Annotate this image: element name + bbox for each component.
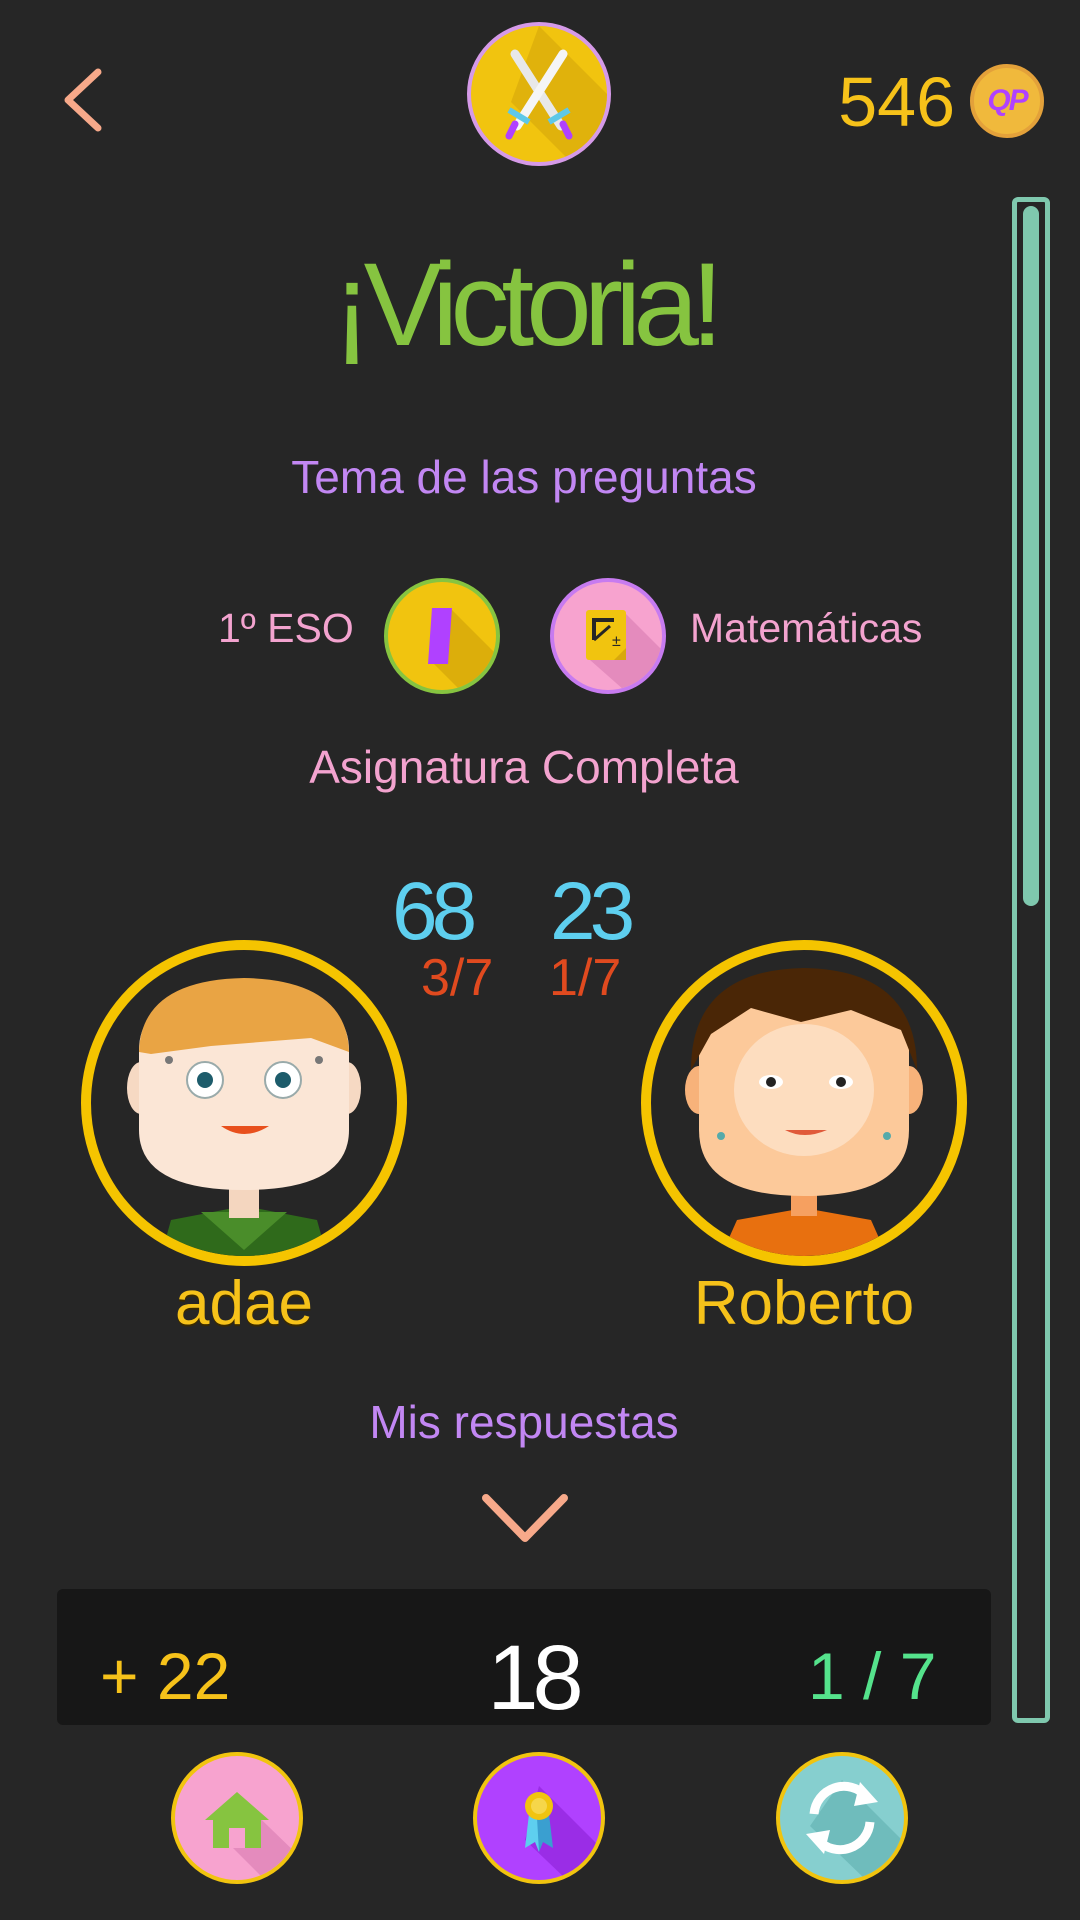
home-icon xyxy=(205,1792,299,1880)
player-score: 68 xyxy=(392,866,477,957)
opponent-correct-fraction: 1/7 xyxy=(549,949,622,1007)
topic-heading: Tema de las preguntas xyxy=(291,451,757,503)
math-notebook-icon: ± xyxy=(550,578,666,694)
answer-fraction: 1 / 7 xyxy=(808,1639,937,1713)
subject-label: Matemáticas xyxy=(690,605,923,651)
home-button[interactable] xyxy=(171,1752,303,1884)
qp-coin-label: QP xyxy=(987,84,1028,117)
opponent-name: Roberto xyxy=(693,1269,915,1338)
scope-label: Asignatura Completa xyxy=(309,741,739,793)
svg-text:±: ± xyxy=(612,633,621,650)
refresh-icon xyxy=(806,1780,904,1880)
player-name: adae xyxy=(175,1269,313,1338)
opponent-avatar[interactable] xyxy=(641,940,967,1266)
answers-heading: Mis respuestas xyxy=(369,1396,679,1448)
grade-label: 1º ESO xyxy=(218,605,354,651)
player-avatar[interactable] xyxy=(81,940,407,1266)
opponent-score: 23 xyxy=(550,866,635,957)
qp-coin-icon: QP xyxy=(970,64,1044,138)
result-title: ¡Victoria! xyxy=(332,239,723,371)
grade-bar-icon xyxy=(384,578,500,694)
chevron-down-icon[interactable] xyxy=(480,1490,570,1550)
coin-balance: 546 xyxy=(838,63,955,141)
medal-button[interactable] xyxy=(473,1752,605,1884)
crossed-swords-icon xyxy=(467,22,611,166)
player-correct-fraction: 3/7 xyxy=(421,949,494,1007)
medal-icon xyxy=(525,1786,601,1880)
back-chevron-icon[interactable] xyxy=(50,60,120,140)
replay-button[interactable] xyxy=(776,1752,908,1884)
